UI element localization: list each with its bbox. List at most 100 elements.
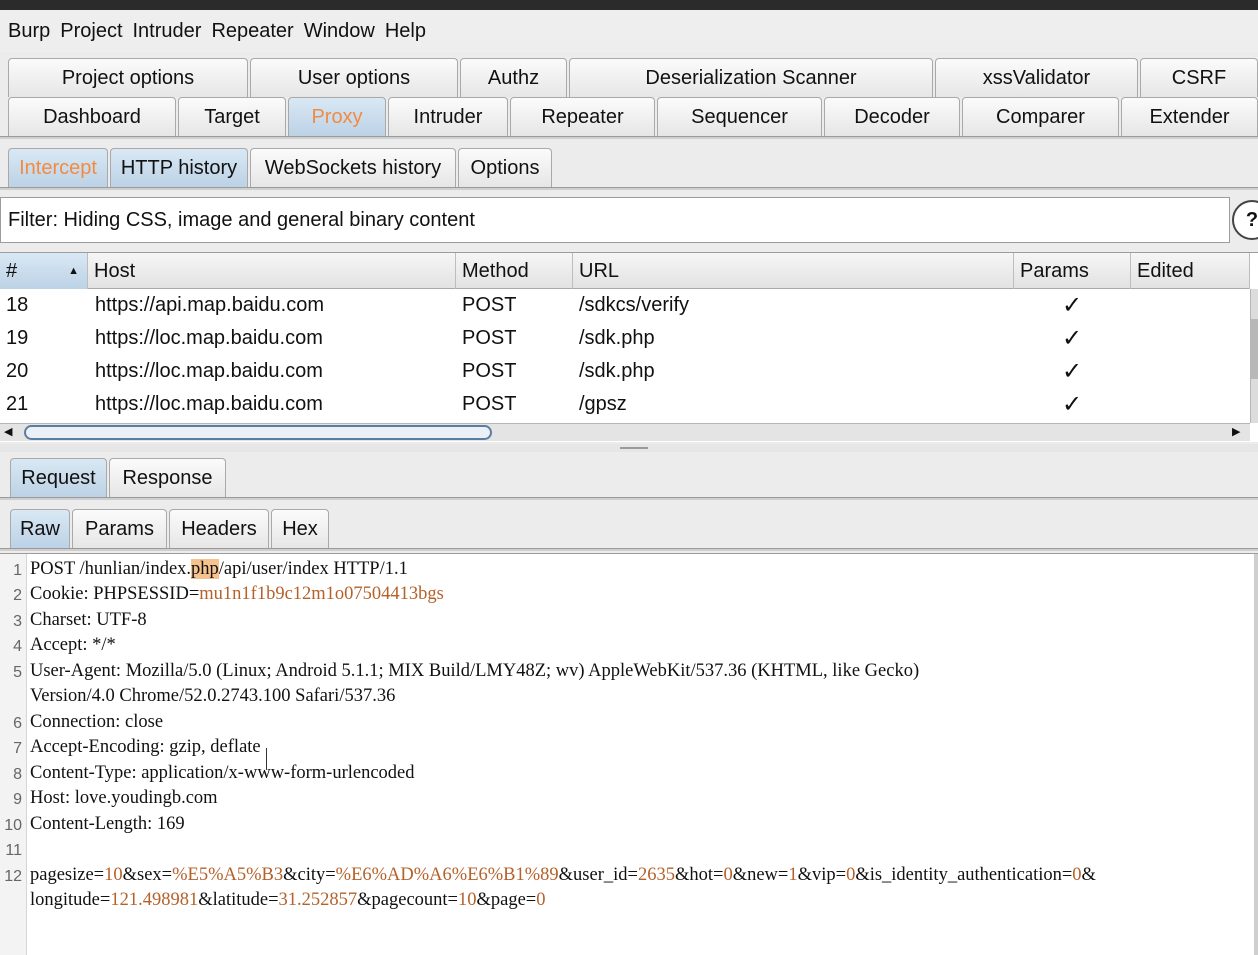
params-check-icon: ✓	[1062, 292, 1083, 319]
request-editor[interactable]: 1 POST /hunlian/index.php/api/user/index…	[0, 553, 1258, 955]
splitter-grip-icon[interactable]	[620, 447, 648, 449]
cell-host: https://api.map.baidu.com	[95, 294, 325, 316]
column-header-url[interactable]: URL	[573, 253, 1014, 289]
line-number: 5	[13, 664, 22, 681]
menu-intruder[interactable]: Intruder	[133, 20, 202, 43]
tab-headers[interactable]: Headers	[169, 509, 269, 548]
table-row[interactable]: 19 https://loc.map.baidu.com POST /sdk.p…	[0, 322, 1250, 355]
table-row[interactable]: 21 https://loc.map.baidu.com POST /gpsz …	[0, 388, 1250, 421]
horizontal-scroll-thumb[interactable]	[24, 425, 492, 440]
params-check-icon: ✓	[1062, 391, 1083, 418]
tab-project-options[interactable]: Project options	[8, 58, 248, 97]
code-line: 12 pagesize=10&sex=%E5%A5%B3&city=%E6%AD…	[0, 865, 1258, 890]
tab-extender[interactable]: Extender	[1121, 97, 1258, 136]
line-number: 10	[4, 817, 22, 834]
cell-url: /sdk.php	[579, 327, 655, 349]
cell-host: https://loc.map.baidu.com	[95, 360, 323, 382]
code-line: 2 Cookie: PHPSESSID=mu1n1f1b9c12m1o07504…	[0, 584, 1258, 609]
tab-proxy[interactable]: Proxy	[288, 97, 386, 136]
code-line: 4 Accept: */*	[0, 635, 1258, 660]
help-button[interactable]: ?	[1232, 200, 1258, 240]
cell-url: /sdkcs/verify	[579, 294, 690, 316]
tab-response[interactable]: Response	[109, 458, 226, 497]
tab-decoder[interactable]: Decoder	[824, 97, 960, 136]
tab-intercept[interactable]: Intercept	[8, 148, 108, 187]
cell-url: /gpsz	[579, 393, 627, 415]
line-number: 9	[13, 791, 22, 808]
column-header-number[interactable]: # ▲	[0, 253, 88, 289]
scroll-left-arrow-icon[interactable]: ◀	[4, 425, 12, 438]
table-row[interactable]: 18 https://api.map.baidu.com POST /sdkcs…	[0, 289, 1250, 322]
cell-number: 21	[6, 393, 29, 415]
code-line: 8 Content-Type: application/x-www-form-u…	[0, 763, 1258, 788]
top-tabs-row-2: Dashboard Target Proxy Intruder Repeater…	[0, 97, 1258, 136]
code-line: 7 Accept-Encoding: gzip, deflate	[0, 737, 1258, 762]
cell-number: 20	[6, 360, 29, 382]
column-header-host[interactable]: Host	[88, 253, 456, 289]
line-number: 7	[13, 740, 22, 757]
tab-dashboard[interactable]: Dashboard	[8, 97, 176, 136]
code-line: 11	[0, 839, 1258, 864]
sort-ascending-icon: ▲	[68, 265, 79, 277]
tab-repeater[interactable]: Repeater	[510, 97, 655, 136]
params-check-icon: ✓	[1062, 325, 1083, 352]
tab-raw[interactable]: Raw	[10, 509, 70, 548]
code-line: 5 User-Agent: Mozilla/5.0 (Linux; Androi…	[0, 661, 1258, 686]
column-header-params[interactable]: Params	[1014, 253, 1131, 289]
message-tabs: Request Response	[0, 458, 1258, 497]
line-number: 8	[13, 766, 22, 783]
cell-number: 18	[6, 294, 29, 316]
table-row[interactable]: 20 https://loc.map.baidu.com POST /sdk.p…	[0, 355, 1250, 388]
code-line: 9 Host: love.youdingb.com	[0, 788, 1258, 813]
table-horizontal-scrollbar[interactable]: ◀ ▶	[0, 423, 1250, 441]
tab-sequencer[interactable]: Sequencer	[657, 97, 822, 136]
search-highlight: php	[191, 559, 219, 579]
tab-comparer[interactable]: Comparer	[962, 97, 1119, 136]
table-vertical-scrollbar[interactable]	[1250, 289, 1258, 423]
cell-host: https://loc.map.baidu.com	[95, 327, 323, 349]
filter-bar[interactable]: Filter: Hiding CSS, image and general bi…	[0, 197, 1230, 243]
line-number: 12	[4, 868, 22, 885]
tab-request[interactable]: Request	[10, 458, 107, 497]
tab-xssvalidator[interactable]: xssValidator	[935, 58, 1138, 97]
tab-csrf[interactable]: CSRF	[1140, 58, 1258, 97]
tab-http-history[interactable]: HTTP history	[110, 148, 248, 187]
vertical-scroll-thumb[interactable]	[1251, 319, 1258, 379]
tab-params[interactable]: Params	[72, 509, 167, 548]
code-line: 3 Charset: UTF-8	[0, 610, 1258, 635]
tab-deserialization-scanner[interactable]: Deserialization Scanner	[569, 58, 933, 97]
cell-method: POST	[462, 393, 517, 415]
window-title-bar	[0, 0, 1258, 10]
line-number: 11	[5, 842, 22, 859]
message-tab-divider	[0, 497, 1258, 500]
column-header-method[interactable]: Method	[456, 253, 573, 289]
code-line: Version/4.0 Chrome/52.0.2743.100 Safari/…	[30, 686, 396, 706]
column-header-edited[interactable]: Edited	[1131, 253, 1250, 289]
tab-intruder[interactable]: Intruder	[388, 97, 508, 136]
editor-scrollbar[interactable]	[1254, 554, 1258, 955]
view-tabs: Raw Params Headers Hex	[0, 509, 1258, 548]
menu-burp[interactable]: Burp	[8, 20, 50, 43]
tab-divider	[0, 136, 1258, 139]
tab-user-options[interactable]: User options	[250, 58, 458, 97]
tab-websockets-history[interactable]: WebSockets history	[250, 148, 456, 187]
tab-hex[interactable]: Hex	[271, 509, 329, 548]
cell-number: 19	[6, 327, 29, 349]
text-cursor-icon	[266, 748, 267, 770]
menu-window[interactable]: Window	[304, 20, 375, 43]
line-number: 6	[13, 715, 22, 732]
menu-repeater[interactable]: Repeater	[211, 20, 293, 43]
code-line: 10 Content-Length: 169	[0, 814, 1258, 839]
view-tab-divider	[0, 548, 1258, 551]
line-number: 1	[13, 562, 22, 579]
cell-method: POST	[462, 327, 517, 349]
top-tabs-row-1: Project options User options Authz Deser…	[0, 58, 1258, 97]
history-table: # ▲ Host Method URL Params Edited 18 htt…	[0, 252, 1258, 442]
scroll-right-arrow-icon[interactable]: ▶	[1232, 425, 1240, 438]
subtab-divider	[0, 187, 1258, 190]
tab-target[interactable]: Target	[178, 97, 286, 136]
tab-authz[interactable]: Authz	[460, 58, 567, 97]
menu-help[interactable]: Help	[385, 20, 426, 43]
menu-project[interactable]: Project	[60, 20, 122, 43]
tab-options[interactable]: Options	[458, 148, 552, 187]
